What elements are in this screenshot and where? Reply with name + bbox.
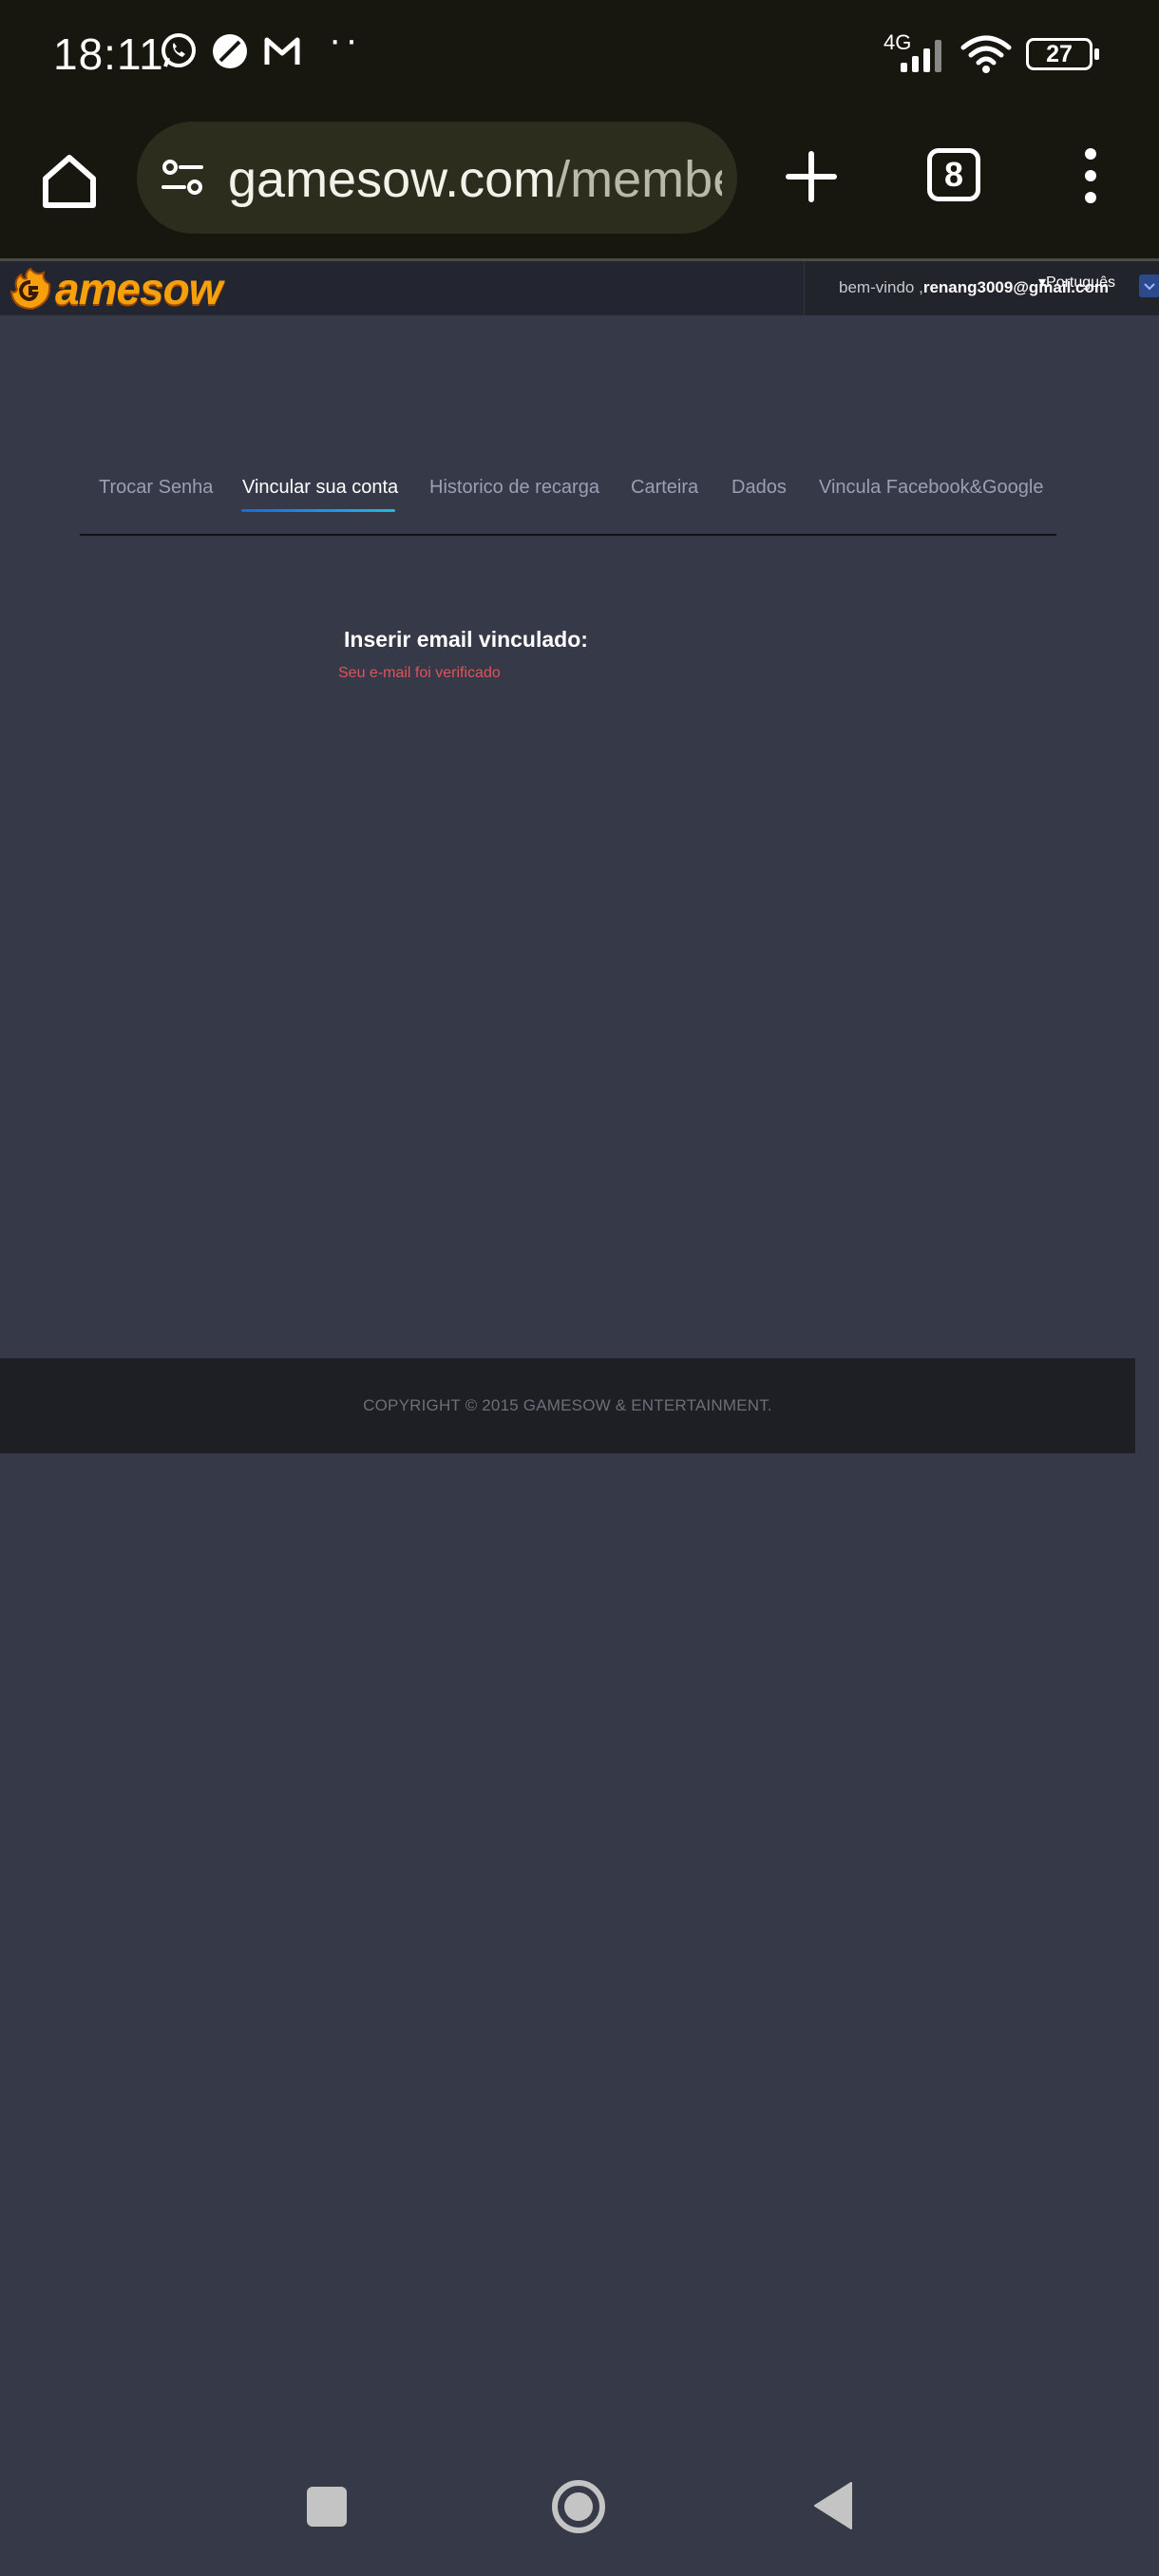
tab-dados[interactable]: Dados xyxy=(732,477,787,499)
tab-historico-recarga[interactable]: Historico de recarga xyxy=(429,477,599,499)
language-name: Português xyxy=(1046,275,1115,291)
status-time: 18:11 xyxy=(53,29,164,79)
more-menu-icon[interactable] xyxy=(1074,144,1108,207)
whatsapp-icon xyxy=(162,33,196,67)
battery-level: 27 xyxy=(1046,41,1073,67)
tab-trocar-senha[interactable]: Trocar Senha xyxy=(99,477,213,499)
language-dropdown[interactable] xyxy=(1139,275,1159,297)
back-nav-button[interactable] xyxy=(813,2481,853,2530)
bind-email-title: Inserir email vinculado: xyxy=(344,627,588,652)
tab-switcher-button[interactable]: 8 xyxy=(927,148,980,201)
tab-carteira[interactable]: Carteira xyxy=(631,477,698,499)
logo-text: amesow xyxy=(55,264,223,313)
welcome-prefix: bem-vindo , xyxy=(839,278,923,296)
address-bar[interactable]: gamesow.com/member/ xyxy=(137,122,737,234)
app-circle-icon xyxy=(213,34,247,68)
new-tab-icon[interactable] xyxy=(785,150,838,203)
email-verified-status: Seu e-mail foi verificado xyxy=(338,665,501,681)
site-settings-icon[interactable] xyxy=(160,158,205,198)
site-header: amesow bem-vindo ,renang3009@gmail.com ▾… xyxy=(0,258,1159,315)
tab-vincula-facebook-google[interactable]: Vincula Facebook&Google xyxy=(819,477,1043,499)
language-label[interactable]: ▾Português xyxy=(1038,273,1115,292)
home-nav-button[interactable] xyxy=(551,2479,606,2534)
url-domain: gamesow.com xyxy=(228,151,557,208)
url-text[interactable]: gamesow.com/member/ xyxy=(228,150,722,209)
signal-icon xyxy=(901,40,941,72)
flame-logo-icon xyxy=(10,267,51,311)
account-tabs: Trocar Senha Vincular sua conta Historic… xyxy=(80,469,1056,536)
browser-toolbar: gamesow.com/member/ 8 xyxy=(0,112,1159,258)
battery-icon: 27 xyxy=(1026,38,1099,70)
tab-vincular-conta[interactable]: Vincular sua conta xyxy=(242,477,398,499)
active-tab-indicator xyxy=(241,509,395,512)
site-footer: COPYRIGHT © 2015 GAMESOW & ENTERTAINMENT… xyxy=(0,1358,1135,1453)
gamesow-logo[interactable]: amesow xyxy=(8,264,223,313)
gmail-icon xyxy=(264,37,300,65)
status-bar: 18:11 ·· 4G 27 xyxy=(0,0,1159,112)
home-icon[interactable] xyxy=(38,150,101,213)
chevron-down-icon xyxy=(1144,283,1155,291)
url-path: /member/ xyxy=(556,151,722,208)
more-dots-icon: ·· xyxy=(329,19,362,61)
copyright-text: COPYRIGHT © 2015 GAMESOW & ENTERTAINMENT… xyxy=(363,1396,772,1414)
wifi-icon xyxy=(960,35,1012,73)
user-area: bem-vindo ,renang3009@gmail.com ▾Portugu… xyxy=(804,261,1159,315)
recent-apps-button[interactable] xyxy=(307,2487,347,2527)
